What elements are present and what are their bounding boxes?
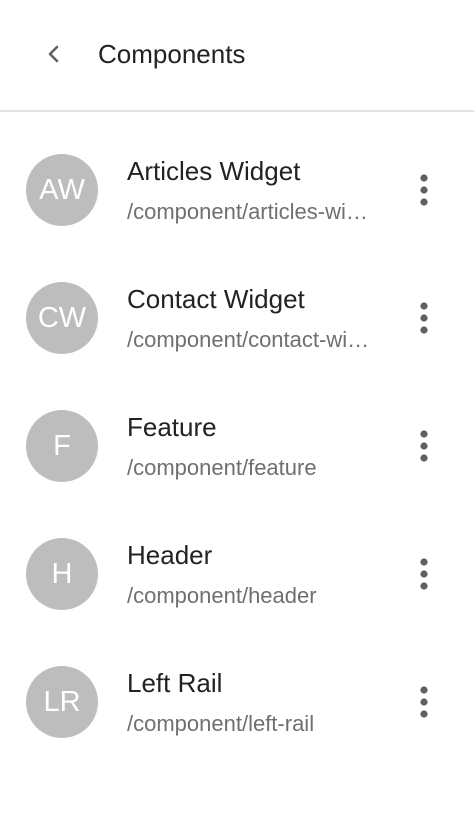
more-vertical-icon	[420, 686, 428, 718]
list-item[interactable]: AW Articles Widget /component/articles-w…	[0, 112, 474, 240]
back-button[interactable]	[36, 36, 72, 72]
item-path: /component/left-rail	[127, 711, 315, 736]
chevron-left-icon	[48, 45, 59, 63]
item-title: Contact Widget	[127, 284, 305, 314]
item-menu-button[interactable]	[404, 550, 444, 598]
avatar: H	[26, 538, 98, 610]
list-item[interactable]: CW Contact Widget /component/contact-wid…	[0, 240, 474, 368]
item-title: Articles Widget	[127, 156, 301, 186]
item-path: /component/header	[127, 583, 317, 608]
more-vertical-icon	[420, 302, 428, 334]
avatar: CW	[26, 282, 98, 354]
item-path: /component/feature	[127, 455, 317, 480]
item-menu-button[interactable]	[404, 678, 444, 726]
item-path: /component/contact-widget	[127, 327, 375, 352]
item-menu-button[interactable]	[404, 294, 444, 342]
item-title: Feature	[127, 412, 217, 442]
item-path: /component/articles-widget	[127, 199, 375, 224]
list-item[interactable]: H Header /component/header	[0, 496, 474, 624]
app-header: Components	[0, 0, 474, 112]
list-item[interactable]: F Feature /component/feature	[0, 368, 474, 496]
avatar: AW	[26, 154, 98, 226]
avatar: LR	[26, 666, 98, 738]
avatar: F	[26, 410, 98, 482]
item-title: Header	[127, 540, 213, 570]
list-item[interactable]: LR Left Rail /component/left-rail	[0, 624, 474, 752]
item-menu-button[interactable]	[404, 166, 444, 214]
more-vertical-icon	[420, 174, 428, 206]
item-menu-button[interactable]	[404, 422, 444, 470]
more-vertical-icon	[420, 430, 428, 462]
item-title: Left Rail	[127, 668, 223, 698]
component-list: AW Articles Widget /component/articles-w…	[0, 112, 474, 752]
page-title: Components	[98, 39, 246, 69]
more-vertical-icon	[420, 558, 428, 590]
